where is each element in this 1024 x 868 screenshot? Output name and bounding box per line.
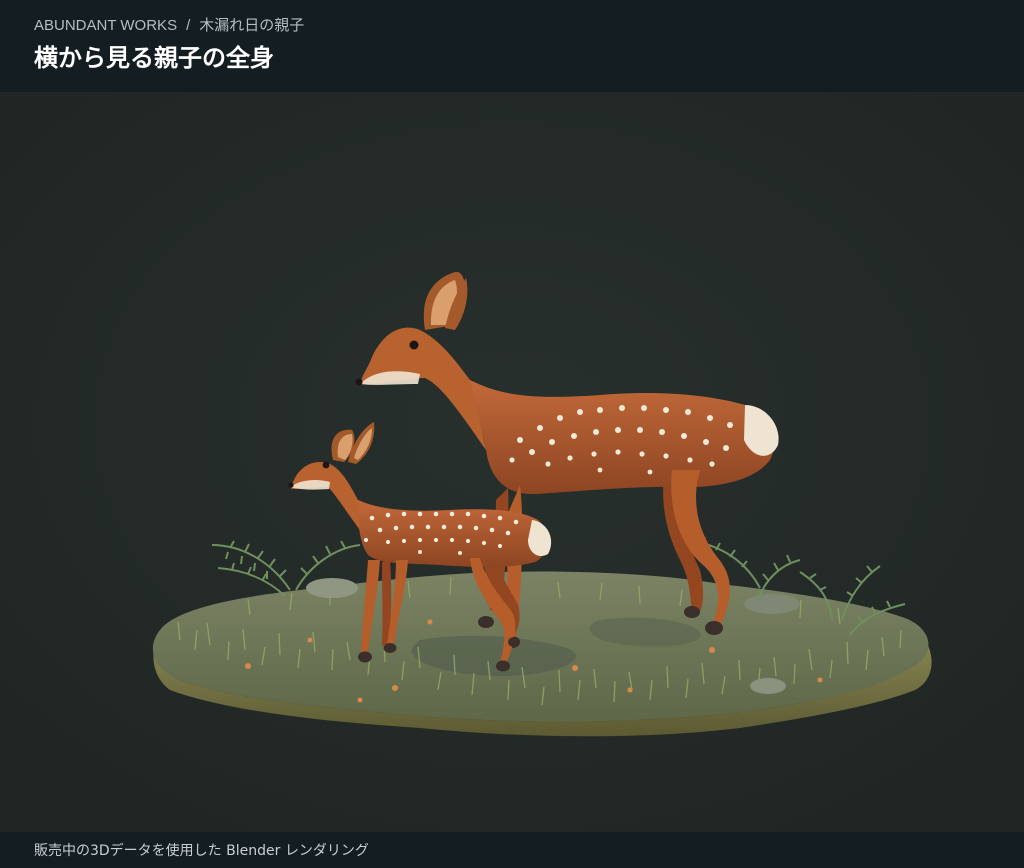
render-stage xyxy=(0,92,1024,832)
breadcrumb-separator: / xyxy=(186,17,191,34)
breadcrumb: ABUNDANT WORKS / 木漏れ日の親子 xyxy=(34,14,304,35)
breadcrumb-brand[interactable]: ABUNDANT WORKS xyxy=(34,17,177,34)
render-caption: 販売中の3Dデータを使用した Blender レンダリング xyxy=(34,843,369,859)
page-title: 横から見る親子の全身 xyxy=(34,44,274,72)
rock-left xyxy=(306,578,358,598)
rock-right xyxy=(744,594,800,614)
breadcrumb-product[interactable]: 木漏れ日の親子 xyxy=(199,17,304,34)
header-bar: ABUNDANT WORKS / 木漏れ日の親子 横から見る親子の全身 xyxy=(0,0,1024,92)
deer-diorama-render xyxy=(0,92,1024,832)
rock-front xyxy=(750,678,786,694)
footer-bar: 販売中の3Dデータを使用した Blender レンダリング xyxy=(0,832,1024,868)
